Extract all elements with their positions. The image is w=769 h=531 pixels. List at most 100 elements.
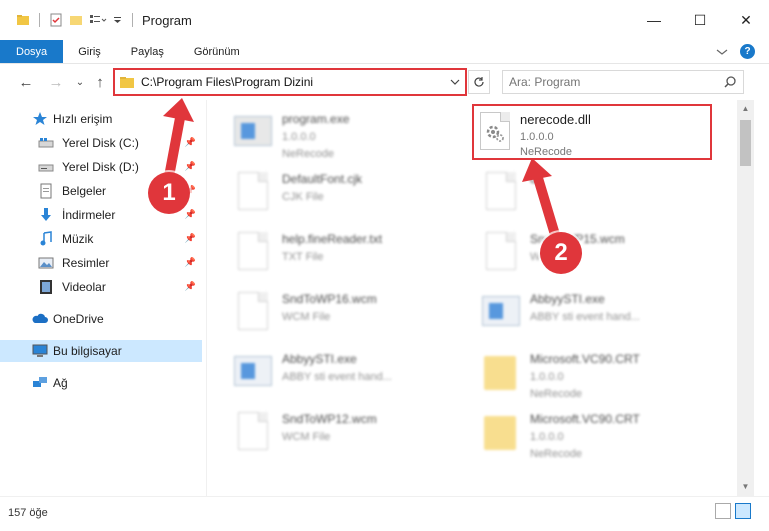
navigation-pane: Hızlı erişim Yerel Disk (C:) 📌 Yerel Dis…	[0, 104, 202, 496]
customize-toolbar-icon[interactable]	[113, 13, 123, 27]
scroll-down-icon[interactable]: ▼	[737, 480, 754, 494]
file-list: program.exe 1.0.0.0 NeRecode DefaultFont…	[208, 100, 736, 496]
view-options-icon[interactable]	[89, 13, 107, 27]
file-tile[interactable]: SndToWP12.wcm WCM File	[216, 404, 456, 460]
exe-icon	[482, 290, 522, 334]
sidebar-item-videos[interactable]: Videolar 📌	[0, 276, 202, 298]
new-folder-icon[interactable]	[69, 13, 83, 27]
status-bar: 157 öğe	[0, 496, 769, 531]
computer-icon	[32, 344, 48, 357]
details-view-icon[interactable]	[715, 503, 731, 519]
cloud-icon	[32, 313, 48, 323]
sidebar-item-local-disk-c[interactable]: Yerel Disk (C:) 📌	[0, 132, 202, 154]
exe-icon	[234, 350, 274, 394]
folder-icon	[120, 77, 134, 88]
sidebar-item-onedrive[interactable]: OneDrive	[0, 308, 202, 330]
file-name: Microsoft.VC90.CRT	[530, 352, 640, 366]
search-input[interactable]	[509, 75, 709, 89]
properties-icon[interactable]	[49, 13, 63, 27]
file-name: SndToWP16.wcm	[282, 292, 377, 306]
pin-icon[interactable]: 📌	[185, 137, 196, 148]
vertical-scrollbar[interactable]: ▲ ▼	[737, 100, 754, 496]
file-type: CJK File	[282, 191, 324, 203]
music-icon	[40, 231, 52, 246]
file-tile[interactable]: AbbyySTI.exe ABBY sti event hand...	[216, 344, 456, 400]
tab-share[interactable]: Paylaş	[116, 40, 179, 63]
back-icon[interactable]: ←	[16, 72, 36, 92]
file-tile[interactable]: dl	[464, 164, 704, 220]
file-name: AbbyySTI.exe	[282, 352, 357, 366]
pin-icon[interactable]: 📌	[185, 161, 196, 172]
scrollbar-thumb[interactable]	[740, 120, 751, 166]
maximize-button[interactable]: ☐	[677, 0, 723, 40]
folder-icon[interactable]	[16, 13, 30, 27]
ribbon-tabs: Dosya Giriş Paylaş Görünüm ?	[0, 40, 769, 64]
scroll-up-icon[interactable]: ▲	[737, 102, 754, 116]
file-description: ABBY sti event hand...	[282, 371, 392, 383]
close-button[interactable]: ✕	[723, 0, 769, 40]
tab-home[interactable]: Giriş	[63, 40, 116, 63]
sidebar-item-label: Resimler	[62, 256, 110, 270]
up-icon[interactable]: ↑	[90, 72, 110, 92]
file-version: 1.0.0.0	[530, 431, 564, 443]
drive-icon	[38, 164, 54, 172]
file-version: 1.0.0.0	[520, 131, 554, 143]
tab-view[interactable]: Görünüm	[179, 40, 255, 63]
search-icon[interactable]	[723, 75, 737, 89]
file-company: NeRecode	[530, 388, 582, 400]
file-company: NeRecode	[520, 146, 572, 158]
tab-file[interactable]: Dosya	[0, 40, 64, 63]
forward-icon[interactable]: →	[46, 72, 66, 92]
pin-icon[interactable]: 📌	[185, 233, 196, 244]
file-tile[interactable]: program.exe 1.0.0.0 NeRecode	[216, 104, 456, 160]
pin-icon[interactable]: 📌	[185, 209, 196, 220]
file-tile[interactable]: SndToWP15.wcm WCM File	[464, 224, 704, 280]
step-badge-2: 2	[540, 232, 582, 274]
file-tile[interactable]: SndToWP16.wcm WCM File	[216, 284, 456, 340]
file-icon	[234, 410, 274, 454]
folder-file-icon	[482, 410, 522, 454]
file-company: NeRecode	[530, 448, 582, 460]
sidebar-item-label: Müzik	[62, 232, 94, 246]
sidebar-item-network[interactable]: Ağ	[0, 372, 202, 394]
sidebar-item-quick-access[interactable]: Hızlı erişim	[0, 108, 202, 130]
file-name: AbbyySTI.exe	[530, 292, 605, 306]
title-bar: Program — ☐ ✕	[0, 0, 769, 40]
recent-locations-icon[interactable]: ⌄	[70, 72, 90, 92]
pin-icon[interactable]: 📌	[185, 257, 196, 268]
address-bar[interactable]: C:\Program Files\Program Dizini	[113, 68, 467, 96]
minimize-button[interactable]: —	[631, 0, 677, 40]
tiles-view-icon[interactable]	[735, 503, 751, 519]
file-icon	[482, 170, 522, 214]
search-box[interactable]	[502, 70, 744, 94]
quick-access-toolbar	[16, 13, 136, 27]
chevron-down-icon[interactable]	[449, 74, 461, 90]
file-tile[interactable]: AbbyySTI.exe ABBY sti event hand...	[464, 284, 704, 340]
pin-icon[interactable]: 📌	[185, 281, 196, 292]
file-name: help.fineReader.txt	[282, 232, 383, 246]
sidebar-item-this-pc[interactable]: Bu bilgisayar	[0, 340, 202, 362]
file-icon	[234, 170, 274, 214]
sidebar-item-music[interactable]: Müzik 📌	[0, 228, 202, 250]
sidebar-item-pictures[interactable]: Resimler 📌	[0, 252, 202, 274]
file-version: 1.0.0.0	[530, 371, 564, 383]
file-name: Microsoft.VC90.CRT	[530, 412, 640, 426]
address-path: C:\Program Files\Program Dizini	[141, 75, 314, 89]
file-type: WCM File	[282, 311, 331, 323]
file-company: NeRecode	[282, 148, 334, 160]
file-tile[interactable]: Microsoft.VC90.CRT 1.0.0.0 NeRecode	[464, 344, 704, 400]
sidebar-item-label: Hızlı erişim	[53, 112, 113, 126]
dll-gear-icon	[478, 110, 518, 154]
folder-file-icon	[482, 350, 522, 394]
expand-ribbon-icon[interactable]	[716, 47, 728, 57]
file-name: nerecode.dll	[520, 112, 591, 127]
file-tile[interactable]: Microsoft.VC90.CRT 1.0.0.0 NeRecode	[464, 404, 704, 460]
pane-splitter[interactable]	[206, 100, 207, 496]
sidebar-item-label: Videolar	[62, 280, 106, 294]
refresh-button[interactable]	[468, 70, 490, 94]
pictures-icon	[38, 257, 54, 269]
file-tile-nerecode-dll[interactable]: nerecode.dll 1.0.0.0 NeRecode	[472, 104, 712, 160]
file-tile[interactable]: help.fineReader.txt TXT File	[216, 224, 456, 280]
file-tile[interactable]: DefaultFont.cjk CJK File	[216, 164, 456, 220]
help-icon[interactable]: ?	[740, 44, 755, 59]
